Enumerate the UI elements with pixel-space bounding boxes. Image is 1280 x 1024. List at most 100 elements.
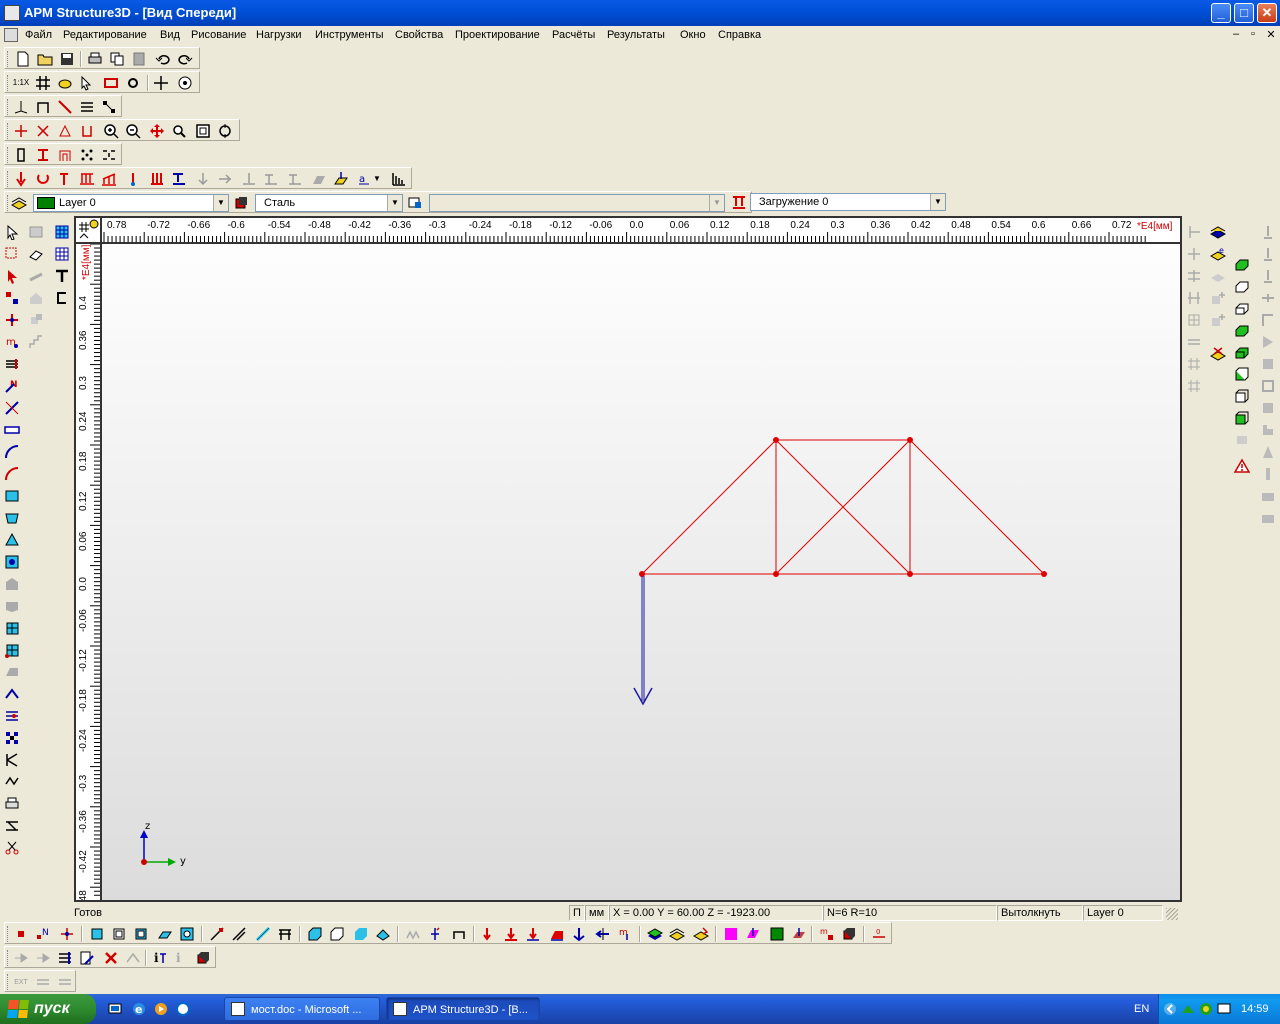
menu-properties[interactable]: Свойства	[395, 29, 443, 41]
mesh-icon[interactable]	[99, 146, 119, 164]
green-cube-2-icon[interactable]	[1231, 408, 1253, 428]
show-distributed-icon[interactable]	[501, 925, 521, 943]
load-case-icon[interactable]	[729, 194, 749, 212]
show-force-icon[interactable]	[477, 925, 497, 943]
mesh-plate-icon[interactable]	[1, 618, 23, 638]
color-slab-icon[interactable]	[789, 925, 809, 943]
material-select[interactable]: Сталь ▼	[255, 194, 403, 212]
zero-marker-icon[interactable]: 0	[869, 925, 889, 943]
color-plate-icon[interactable]	[743, 925, 763, 943]
pan-icon[interactable]	[147, 122, 167, 140]
chevron-down-icon[interactable]: ▼	[930, 194, 945, 210]
truss-node[interactable]	[907, 571, 913, 577]
show-temp-icon[interactable]	[569, 925, 589, 943]
new-file-icon[interactable]	[13, 50, 33, 68]
moment-icon[interactable]	[33, 170, 53, 188]
profile-t-icon[interactable]	[51, 266, 73, 286]
zoom-window-icon[interactable]	[169, 122, 189, 140]
mesh-solid-icon[interactable]	[1, 640, 23, 660]
portal-icon[interactable]	[55, 146, 75, 164]
channel-profile-icon[interactable]	[51, 288, 73, 308]
warning-icon[interactable]	[1231, 456, 1253, 476]
view-3d-4-icon[interactable]	[373, 925, 393, 943]
layers-icon[interactable]	[9, 194, 29, 212]
menu-view[interactable]: Вид	[160, 29, 180, 41]
cube-outline-icon[interactable]	[1231, 386, 1253, 406]
support-icon[interactable]	[55, 122, 75, 140]
element-local-icon[interactable]	[229, 925, 249, 943]
network-icon[interactable]	[99, 98, 119, 116]
truss-node[interactable]	[773, 437, 779, 443]
close-button[interactable]: ✕	[1257, 3, 1277, 23]
force-load-arrow[interactable]	[633, 576, 653, 706]
menu-calculations[interactable]: Расчёты	[552, 29, 595, 41]
mdi-minimize-button[interactable]: –	[1228, 28, 1244, 42]
node-load-icon[interactable]	[123, 170, 143, 188]
redo-icon[interactable]	[175, 50, 195, 68]
section-icon[interactable]	[33, 146, 53, 164]
view-3d-2-icon[interactable]	[327, 925, 347, 943]
array-icon[interactable]	[1, 728, 23, 748]
tray-monitor-icon[interactable]	[1213, 999, 1235, 1019]
menu-help[interactable]: Справка	[718, 29, 761, 41]
grid-icon[interactable]	[33, 74, 53, 92]
plate-solid-icon[interactable]	[131, 925, 151, 943]
quicklaunch-desktop-icon[interactable]	[104, 999, 126, 1019]
box-outline-2-icon[interactable]	[1231, 298, 1253, 318]
view-3d-1-icon[interactable]	[305, 925, 325, 943]
mesh-view-icon[interactable]	[177, 925, 197, 943]
view-3d-3-icon[interactable]	[351, 925, 371, 943]
trim-icon[interactable]	[1, 816, 23, 836]
layer-edit-icon[interactable]: e	[1207, 244, 1229, 264]
layer-delete-icon[interactable]	[1207, 344, 1229, 364]
green-box-2-icon[interactable]	[1231, 320, 1253, 340]
show-surface-force-icon[interactable]	[523, 925, 543, 943]
section-select[interactable]: ▼	[429, 194, 725, 212]
minimize-button[interactable]: _	[1211, 3, 1231, 23]
column-icon[interactable]	[11, 146, 31, 164]
menu-loads[interactable]: Нагрузки	[256, 29, 302, 41]
element-section-icon[interactable]	[253, 925, 273, 943]
menu-window[interactable]: Окно	[680, 29, 706, 41]
save-icon[interactable]	[57, 50, 77, 68]
solid-display-icon[interactable]	[839, 925, 859, 943]
plate-flat-icon[interactable]	[155, 925, 175, 943]
select-red-arrow-icon[interactable]	[1, 266, 23, 286]
show-plates-icon[interactable]	[87, 925, 107, 943]
beam-properties-icon[interactable]	[55, 949, 75, 967]
node-supports-icon[interactable]	[57, 925, 77, 943]
menu-design[interactable]: Проектирование	[455, 29, 540, 41]
truss-node[interactable]	[773, 571, 779, 577]
select-pointer-icon[interactable]	[77, 74, 97, 92]
color-magenta-icon[interactable]	[721, 925, 741, 943]
material-icon[interactable]	[231, 194, 251, 212]
zoom-out-icon[interactable]	[123, 122, 143, 140]
chevron-down-icon[interactable]: ▼	[709, 195, 724, 211]
frame-icon[interactable]	[33, 98, 53, 116]
zoom-in-icon[interactable]	[101, 122, 121, 140]
node-red-icon[interactable]	[11, 122, 31, 140]
section-orientation-icon[interactable]	[449, 925, 469, 943]
print-icon[interactable]	[85, 50, 105, 68]
beam-icon[interactable]	[101, 74, 121, 92]
curved-beam-icon[interactable]	[1, 464, 23, 484]
model-viewport[interactable]: z y 0.78 -0.72 -0.66 -0.6 -0.54 -0.48 -0.42 -0.3…	[74, 216, 1182, 902]
shell-icon[interactable]	[1, 508, 23, 528]
paste-icon[interactable]	[129, 50, 149, 68]
load-layers-icon[interactable]	[645, 925, 665, 943]
force-arrow-icon[interactable]	[11, 170, 31, 188]
show-direction-icon[interactable]	[593, 925, 613, 943]
snap-target-icon[interactable]	[175, 74, 195, 92]
cube-red-icon[interactable]	[193, 949, 213, 967]
arrow-node-icon[interactable]	[55, 98, 75, 116]
plate-icon[interactable]	[1, 486, 23, 506]
zoom-extents-icon[interactable]	[193, 122, 213, 140]
quicklaunch-app-icon[interactable]	[172, 999, 194, 1019]
load-layers-2-icon[interactable]	[667, 925, 687, 943]
show-trapezoid-icon[interactable]	[547, 925, 567, 943]
helmet-icon[interactable]	[55, 74, 75, 92]
menu-results[interactable]: Результаты	[607, 29, 665, 41]
surface-load-icon[interactable]	[331, 170, 351, 188]
green-cube-1-icon[interactable]	[1231, 364, 1253, 384]
scissors-icon[interactable]	[1, 838, 23, 858]
